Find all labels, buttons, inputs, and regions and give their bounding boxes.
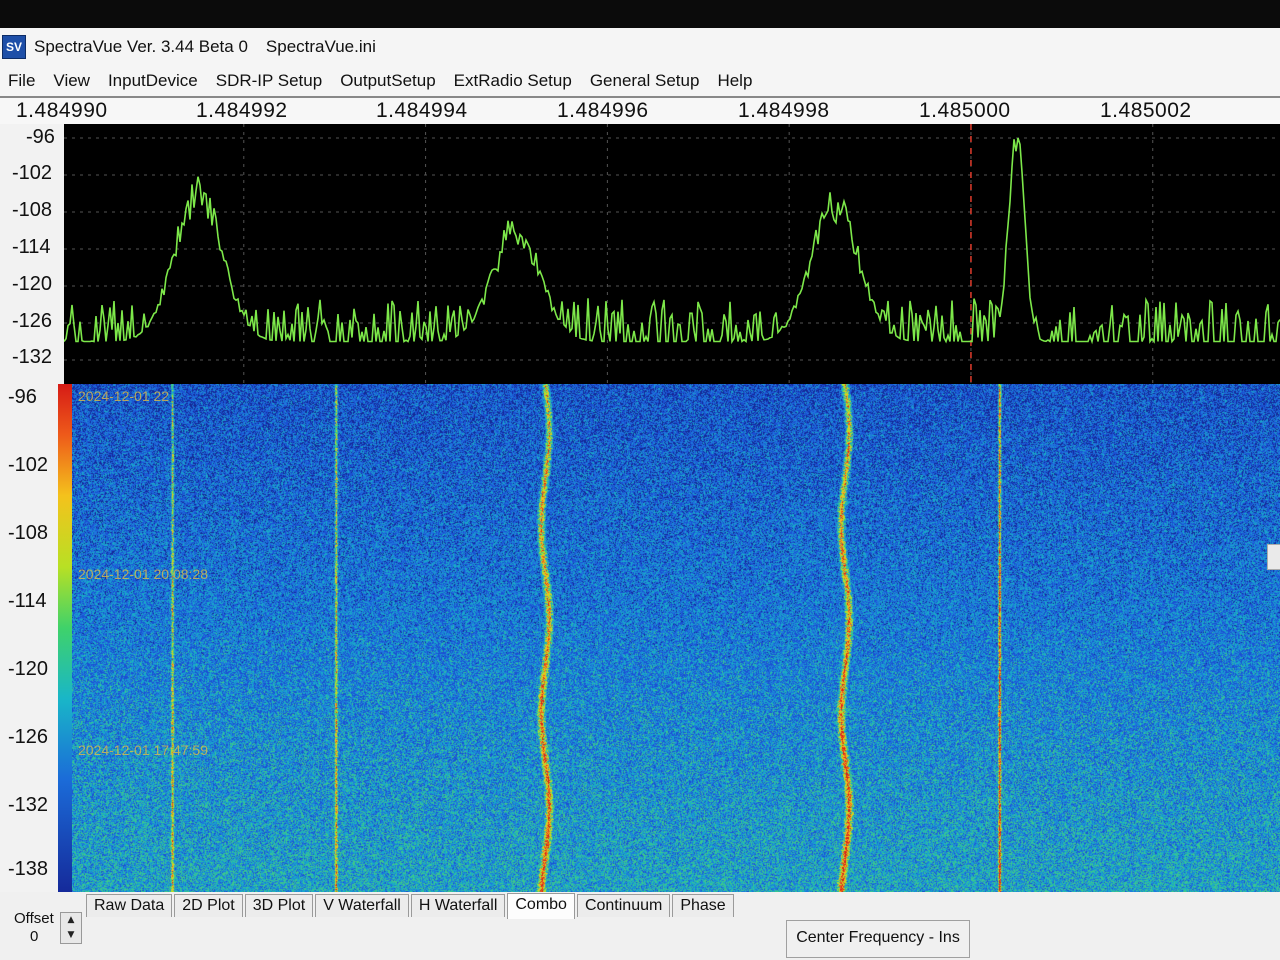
spec-db-label: -114 — [12, 236, 51, 258]
waterfall-plot[interactable]: 2024-12-01 22 2024-12-01 20:08:28 2024-1… — [72, 384, 1280, 892]
offset-stepper[interactable]: ▲ ▼ — [60, 912, 82, 944]
freq-label-1: 1.484992 — [196, 99, 288, 122]
spectrum-svg — [61, 124, 1280, 384]
menu-help[interactable]: Help — [709, 71, 762, 91]
menu-general-setup[interactable]: General Setup — [582, 71, 710, 91]
spectrum-grid — [61, 124, 1280, 384]
freq-label-4: 1.484998 — [738, 99, 830, 122]
wf-db-label: -132 — [8, 794, 49, 816]
spectrum-trace — [63, 137, 1280, 345]
waterfall-timestamp: 2024-12-01 20:08:28 — [78, 566, 208, 582]
wf-db-label: -114 — [8, 590, 47, 612]
tab-h-waterfall[interactable]: H Waterfall — [410, 894, 506, 917]
menu-extradio-setup[interactable]: ExtRadio Setup — [446, 71, 582, 91]
freq-label-3: 1.484996 — [557, 99, 649, 122]
menu-output-setup[interactable]: OutputSetup — [332, 71, 445, 91]
freq-label-0: 1.484990 — [16, 99, 108, 122]
tab-phase[interactable]: Phase — [672, 894, 734, 917]
wf-db-label: -96 — [8, 386, 37, 408]
wf-db-label: -138 — [8, 858, 49, 880]
waterfall-canvas — [72, 384, 1280, 892]
spec-db-label: -102 — [12, 162, 53, 184]
window-title: SpectraVue Ver. 3.44 Beta 0 — [34, 37, 248, 56]
waterfall-db-axis: -96 -102 -108 -114 -120 -126 -132 -138 — [0, 384, 58, 892]
menu-file[interactable]: File — [0, 71, 45, 91]
tab-3d-plot[interactable]: 3D Plot — [244, 894, 314, 917]
offset-value[interactable]: 0 — [30, 928, 38, 945]
spectrum-plot[interactable] — [61, 124, 1280, 384]
stepper-down-icon[interactable]: ▼ — [61, 928, 81, 943]
ini-filename: SpectraVue.ini — [265, 37, 376, 56]
menu-input-device[interactable]: InputDevice — [100, 71, 208, 91]
stepper-up-icon[interactable]: ▲ — [61, 913, 81, 928]
wf-db-label: -102 — [8, 454, 49, 476]
tab-combo[interactable]: Combo — [507, 893, 575, 919]
side-panel-handle[interactable] — [1267, 544, 1280, 570]
tab-continuum[interactable]: Continuum — [576, 894, 671, 917]
tab-2d-plot[interactable]: 2D Plot — [174, 894, 243, 917]
waterfall-timestamp: 2024-12-01 22 — [78, 388, 170, 404]
offset-label: Offset — [14, 910, 54, 927]
wf-db-label: -108 — [8, 522, 49, 544]
freq-label-6: 1.485002 — [1100, 99, 1192, 122]
tab-raw-data[interactable]: Raw Data — [86, 894, 173, 917]
freq-label-2: 1.484994 — [376, 99, 468, 122]
spec-db-label: -108 — [12, 199, 53, 221]
title-bar: SV SpectraVue Ver. 3.44 Beta 0 SpectraVu… — [0, 28, 1280, 66]
menu-bar: File View InputDevice SDR-IP Setup Outpu… — [0, 66, 1280, 96]
frequency-axis: 1.484990 1.484992 1.484994 1.484996 1.48… — [0, 96, 1280, 126]
view-tabs: Raw Data 2D Plot 3D Plot V Waterfall H W… — [86, 893, 736, 919]
freq-label-5: 1.485000 — [919, 99, 1011, 122]
spec-db-label: -126 — [12, 310, 53, 332]
spec-db-label: -96 — [26, 126, 55, 148]
spectrum-db-axis: -96 -102 -108 -114 -120 -126 -132 — [0, 124, 64, 384]
color-scale-bar — [58, 384, 72, 892]
wf-db-label: -126 — [8, 726, 49, 748]
center-frequency-button[interactable]: Center Frequency - Ins — [786, 920, 970, 958]
monitor-bezel — [0, 0, 1280, 28]
app-window: SV SpectraVue Ver. 3.44 Beta 0 SpectraVu… — [0, 28, 1280, 960]
wf-db-label: -120 — [8, 658, 49, 680]
menu-sdr-ip-setup[interactable]: SDR-IP Setup — [208, 71, 332, 91]
tab-v-waterfall[interactable]: V Waterfall — [315, 894, 409, 917]
spec-db-label: -120 — [12, 273, 53, 295]
waterfall-timestamp: 2024-12-01 17:47:59 — [78, 742, 208, 758]
spec-db-label: -132 — [12, 346, 53, 368]
menu-view[interactable]: View — [45, 71, 100, 91]
app-logo-icon: SV — [2, 35, 26, 59]
